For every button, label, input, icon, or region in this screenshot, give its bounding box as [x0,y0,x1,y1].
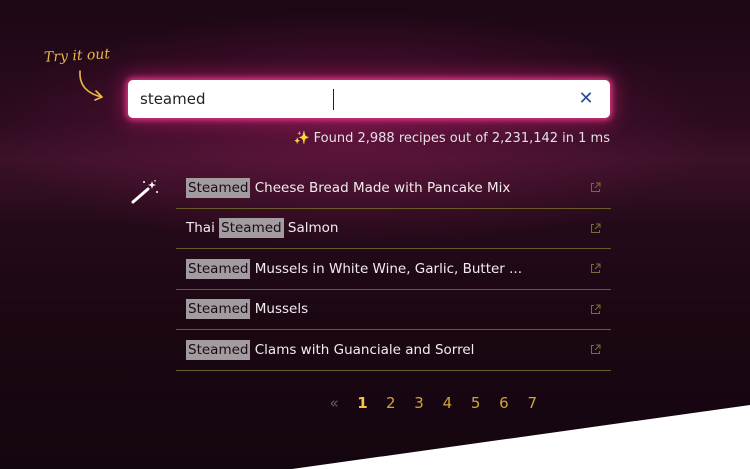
result-row[interactable]: Steamed Cheese Bread Made with Pancake M… [176,168,611,209]
search-box: ✕ [128,80,610,118]
match-highlight: Steamed [186,299,251,320]
external-link-icon[interactable] [590,223,601,234]
search-input[interactable] [140,80,560,118]
pagination: « 1 2 3 4 5 6 7 [320,394,546,412]
page-button-2[interactable]: 2 [377,394,405,412]
sparkle-icon: ✨ [293,131,310,146]
match-highlight: Steamed [186,339,251,360]
result-row[interactable]: Steamed Mussels in White Wine, Garlic, B… [176,249,611,290]
try-it-out-label: Try it out [43,46,111,66]
page-button-6[interactable]: 6 [490,394,518,412]
magic-wand-icon [131,180,158,204]
page-button-5[interactable]: 5 [461,394,489,412]
match-highlight: Steamed [186,258,251,279]
search-stats-text: Found 2,988 recipes out of 2,231,142 in … [313,131,610,146]
result-row[interactable]: Thai Steamed Salmon [176,209,611,249]
page-button-4[interactable]: 4 [433,394,461,412]
match-highlight: Steamed [186,177,251,198]
result-title: Steamed Cheese Bread Made with Pancake M… [186,177,511,198]
page-button-1[interactable]: 1 [348,394,376,412]
result-title: Steamed Mussels [186,299,309,320]
result-title: Steamed Mussels in White Wine, Garlic, B… [186,258,523,279]
external-link-icon[interactable] [590,304,601,315]
result-row[interactable]: Steamed Mussels [176,290,611,330]
page-button-7[interactable]: 7 [518,394,546,412]
results-list: Steamed Cheese Bread Made with Pancake M… [176,168,611,371]
clear-search-button[interactable]: ✕ [576,89,596,109]
external-link-icon[interactable] [590,263,601,274]
result-title: Steamed Clams with Guanciale and Sorrel [186,339,475,360]
search-stats: ✨ Found 2,988 recipes out of 2,231,142 in… [293,131,610,146]
page-button-3[interactable]: 3 [405,394,433,412]
curved-arrow-icon [79,70,103,101]
result-row[interactable]: Steamed Clams with Guanciale and Sorrel [176,330,611,371]
prev-page-button[interactable]: « [320,394,348,412]
external-link-icon[interactable] [590,182,601,193]
external-link-icon[interactable] [590,344,601,355]
match-highlight: Steamed [219,218,284,239]
text-caret [333,89,334,110]
result-title: Thai Steamed Salmon [186,218,339,239]
